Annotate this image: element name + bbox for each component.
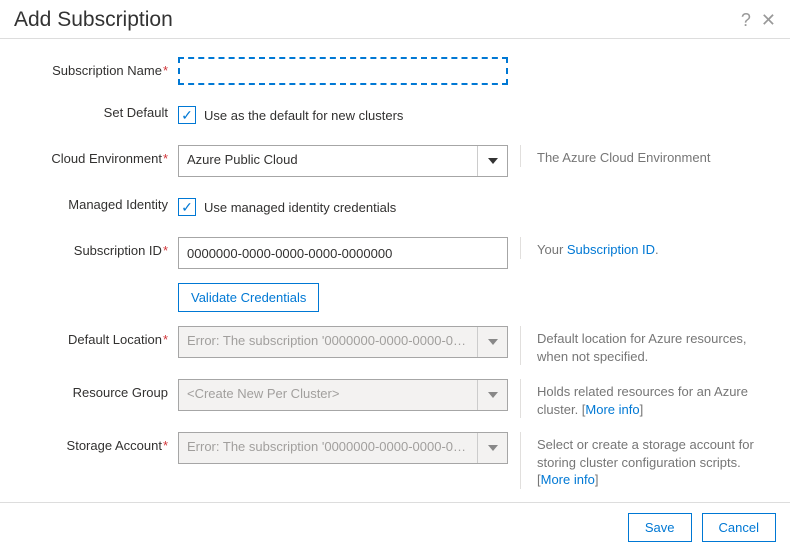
storage-account-label: Storage Account* bbox=[14, 432, 178, 453]
storage-account-value: Error: The subscription '0000000-0000-00… bbox=[179, 433, 477, 463]
chevron-down-icon bbox=[477, 433, 507, 463]
cloud-env-label: Cloud Environment* bbox=[14, 145, 178, 166]
resource-group-help: Holds related resources for an Azure clu… bbox=[520, 379, 776, 418]
storage-account-more-info-link[interactable]: More info bbox=[541, 472, 595, 487]
dialog-footer: Save Cancel bbox=[0, 503, 790, 552]
validate-credentials-button[interactable]: Validate Credentials bbox=[178, 283, 319, 312]
chevron-down-icon bbox=[477, 146, 507, 176]
cloud-env-select[interactable]: Azure Public Cloud bbox=[178, 145, 508, 177]
subscription-id-link[interactable]: Subscription ID bbox=[567, 242, 655, 257]
chevron-down-icon bbox=[477, 380, 507, 410]
dialog-header: Add Subscription ? ✕ bbox=[0, 0, 790, 38]
add-subscription-dialog: Add Subscription ? ✕ Subscription Name* … bbox=[0, 0, 790, 552]
set-default-label: Set Default bbox=[14, 99, 178, 120]
storage-account-select[interactable]: Error: The subscription '0000000-0000-00… bbox=[178, 432, 508, 464]
default-location-label: Default Location* bbox=[14, 326, 178, 347]
help-icon[interactable]: ? bbox=[741, 11, 751, 29]
chevron-down-icon bbox=[477, 327, 507, 357]
set-default-checkbox[interactable]: ✓ bbox=[178, 106, 196, 124]
close-icon[interactable]: ✕ bbox=[761, 11, 776, 29]
cloud-env-value: Azure Public Cloud bbox=[179, 146, 477, 176]
subscription-id-input[interactable] bbox=[178, 237, 508, 269]
default-location-value: Error: The subscription '0000000-0000-00… bbox=[179, 327, 477, 357]
save-button[interactable]: Save bbox=[628, 513, 692, 542]
subscription-id-label: Subscription ID* bbox=[14, 237, 178, 258]
resource-group-select[interactable]: <Create New Per Cluster> bbox=[178, 379, 508, 411]
dialog-title: Add Subscription bbox=[14, 8, 173, 32]
managed-identity-text: Use managed identity credentials bbox=[204, 200, 396, 215]
default-location-select[interactable]: Error: The subscription '0000000-0000-00… bbox=[178, 326, 508, 358]
storage-account-help: Select or create a storage account for s… bbox=[520, 432, 776, 489]
managed-identity-checkbox[interactable]: ✓ bbox=[178, 198, 196, 216]
subscription-name-label: Subscription Name* bbox=[14, 57, 178, 78]
set-default-text: Use as the default for new clusters bbox=[204, 108, 403, 123]
cloud-env-help: The Azure Cloud Environment bbox=[520, 145, 776, 167]
default-location-help: Default location for Azure resources, wh… bbox=[520, 326, 776, 365]
resource-group-more-info-link[interactable]: More info bbox=[585, 402, 639, 417]
form-area: Subscription Name* Set Default ✓ Use as … bbox=[0, 39, 790, 502]
subscription-name-input[interactable] bbox=[178, 57, 508, 85]
resource-group-value: <Create New Per Cluster> bbox=[179, 380, 477, 410]
managed-identity-label: Managed Identity bbox=[14, 191, 178, 212]
resource-group-label: Resource Group bbox=[14, 379, 178, 400]
cancel-button[interactable]: Cancel bbox=[702, 513, 776, 542]
subscription-id-help: Your Subscription ID. bbox=[520, 237, 776, 259]
